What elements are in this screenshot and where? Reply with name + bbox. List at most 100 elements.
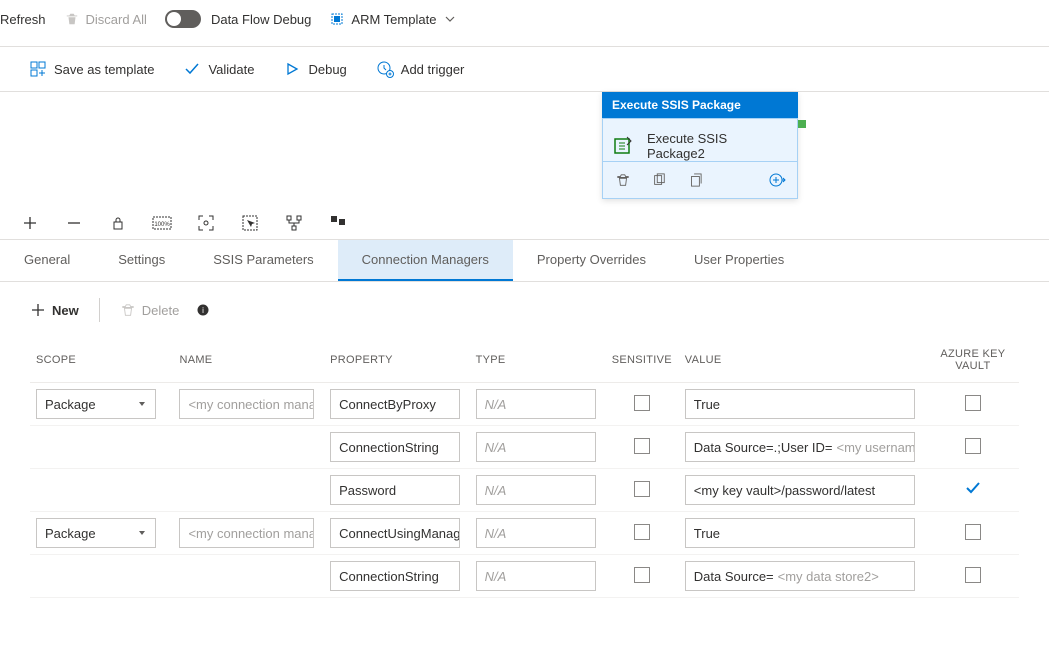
activity-footer bbox=[602, 162, 798, 199]
table-row: Package <my connection manager> ConnectByP… bbox=[30, 383, 1019, 426]
tab-user-properties[interactable]: User Properties bbox=[670, 240, 808, 281]
new-button[interactable]: New bbox=[30, 302, 79, 318]
type-input[interactable]: N/A bbox=[476, 518, 596, 548]
value-input[interactable]: True bbox=[685, 518, 915, 548]
clone-icon[interactable] bbox=[651, 172, 667, 188]
select-icon[interactable] bbox=[242, 215, 258, 231]
sensitive-checkbox[interactable] bbox=[634, 395, 650, 411]
add-trigger-label: Add trigger bbox=[401, 62, 465, 77]
connection-managers-grid: SCOPE NAME PROPERTY TYPE SENSITIVE VALUE… bbox=[0, 338, 1049, 618]
success-output-handle[interactable] bbox=[798, 120, 806, 128]
col-property: PROPERTY bbox=[324, 338, 470, 383]
table-row: ConnectionString N/A Data Source=.;User ID… bbox=[30, 426, 1019, 469]
delete-icon[interactable] bbox=[615, 172, 631, 188]
top-toolbar: Refresh Discard All Data Flow Debug ARM … bbox=[0, 0, 1049, 47]
property-input[interactable]: ConnectByProxy bbox=[330, 389, 460, 419]
type-input[interactable]: N/A bbox=[476, 432, 596, 462]
scope-select[interactable]: Package bbox=[36, 518, 156, 548]
type-input[interactable]: N/A bbox=[476, 389, 596, 419]
play-icon bbox=[284, 61, 300, 77]
refresh-button[interactable]: Refresh bbox=[0, 12, 46, 27]
validate-label: Validate bbox=[208, 62, 254, 77]
auto-align-icon[interactable] bbox=[286, 215, 302, 231]
add-output-icon[interactable] bbox=[769, 172, 785, 188]
save-as-template-button[interactable]: Save as template bbox=[30, 61, 154, 77]
data-flow-debug-label: Data Flow Debug bbox=[211, 12, 311, 27]
canvas-toolbar: 100% bbox=[0, 207, 1049, 240]
azure-key-vault-checkbox[interactable] bbox=[965, 567, 981, 583]
divider bbox=[99, 298, 100, 322]
zoom-100-icon[interactable]: 100% bbox=[154, 215, 170, 231]
arm-template-icon bbox=[329, 11, 345, 27]
sensitive-checkbox[interactable] bbox=[634, 438, 650, 454]
property-input[interactable]: ConnectionString bbox=[330, 432, 460, 462]
name-input[interactable]: <my connection manager> bbox=[179, 518, 314, 548]
azure-key-vault-checkbox[interactable] bbox=[965, 524, 981, 540]
sensitive-checkbox[interactable] bbox=[634, 524, 650, 540]
discard-label: Discard All bbox=[86, 12, 147, 27]
svg-text:i: i bbox=[202, 306, 204, 315]
property-input[interactable]: ConnectUsingManagedIdentity bbox=[330, 518, 460, 548]
debug-label: Debug bbox=[308, 62, 346, 77]
add-trigger-icon bbox=[377, 61, 393, 77]
table-row: Password N/A <my key vault>/password/lates… bbox=[30, 469, 1019, 512]
scope-select[interactable]: Package bbox=[36, 389, 156, 419]
tab-settings[interactable]: Settings bbox=[94, 240, 189, 281]
layout-icon[interactable] bbox=[330, 215, 346, 231]
pipeline-canvas[interactable]: Execute SSIS Package Execute SSIS Packag… bbox=[0, 92, 1049, 207]
discard-all-button[interactable]: Discard All bbox=[64, 11, 147, 27]
col-type: TYPE bbox=[470, 338, 605, 383]
property-input[interactable]: ConnectionString bbox=[330, 561, 460, 591]
tab-ssis-parameters[interactable]: SSIS Parameters bbox=[189, 240, 337, 281]
trash-icon bbox=[64, 11, 80, 27]
new-label: New bbox=[52, 303, 79, 318]
toggle-switch-icon bbox=[165, 10, 201, 28]
info-icon[interactable]: i bbox=[195, 302, 211, 318]
tab-connection-managers[interactable]: Connection Managers bbox=[338, 240, 513, 281]
activity-body: Execute SSIS Package2 bbox=[602, 118, 798, 162]
save-as-template-label: Save as template bbox=[54, 62, 154, 77]
add-trigger-button[interactable]: Add trigger bbox=[377, 61, 465, 77]
col-scope: SCOPE bbox=[30, 338, 173, 383]
value-input[interactable]: Data Source=.;User ID= <my username> bbox=[685, 432, 915, 462]
azure-key-vault-checkbox[interactable] bbox=[965, 395, 981, 411]
chevron-down-icon bbox=[442, 11, 458, 27]
debug-button[interactable]: Debug bbox=[284, 61, 346, 77]
zoom-fit-icon[interactable] bbox=[198, 215, 214, 231]
copy-icon[interactable] bbox=[687, 172, 703, 188]
table-row: Package <my connection manager> ConnectUsi… bbox=[30, 512, 1019, 555]
lock-icon[interactable] bbox=[110, 215, 126, 231]
zoom-in-icon[interactable] bbox=[22, 215, 38, 231]
arm-template-dropdown[interactable]: ARM Template bbox=[329, 11, 458, 27]
check-icon bbox=[184, 61, 200, 77]
azure-key-vault-checkbox[interactable] bbox=[965, 438, 981, 454]
tab-property-overrides[interactable]: Property Overrides bbox=[513, 240, 670, 281]
property-input[interactable]: Password bbox=[330, 475, 460, 505]
data-flow-debug-toggle[interactable]: Data Flow Debug bbox=[165, 10, 311, 28]
pipeline-action-bar: Save as template Validate Debug Add trig… bbox=[0, 47, 1049, 92]
refresh-label: Refresh bbox=[0, 12, 46, 27]
type-input[interactable]: N/A bbox=[476, 475, 596, 505]
azure-key-vault-checkbox[interactable] bbox=[964, 481, 982, 501]
delete-button[interactable]: Delete bbox=[120, 302, 180, 318]
activity-name: Execute SSIS Package2 bbox=[647, 131, 787, 161]
trash-icon bbox=[120, 302, 136, 318]
arm-template-label: ARM Template bbox=[351, 12, 436, 27]
sensitive-checkbox[interactable] bbox=[634, 567, 650, 583]
sub-toolbar: New Delete i bbox=[0, 282, 1049, 338]
col-sensitive: SENSITIVE bbox=[605, 338, 679, 383]
svg-text:100%: 100% bbox=[154, 222, 170, 228]
tab-general[interactable]: General bbox=[0, 240, 94, 281]
name-input[interactable]: <my connection manager> bbox=[179, 389, 314, 419]
activity-card[interactable]: Execute SSIS Package Execute SSIS Packag… bbox=[602, 92, 798, 199]
zoom-out-icon[interactable] bbox=[66, 215, 82, 231]
table-row: ConnectionString N/A Data Source= <my data… bbox=[30, 555, 1019, 598]
col-value: VALUE bbox=[679, 338, 927, 383]
type-input[interactable]: N/A bbox=[476, 561, 596, 591]
validate-button[interactable]: Validate bbox=[184, 61, 254, 77]
value-input[interactable]: Data Source= <my data store2> bbox=[685, 561, 915, 591]
sensitive-checkbox[interactable] bbox=[634, 481, 650, 497]
value-input[interactable]: True bbox=[685, 389, 915, 419]
value-input[interactable]: <my key vault>/password/latest bbox=[685, 475, 915, 505]
activity-header: Execute SSIS Package bbox=[602, 92, 798, 118]
